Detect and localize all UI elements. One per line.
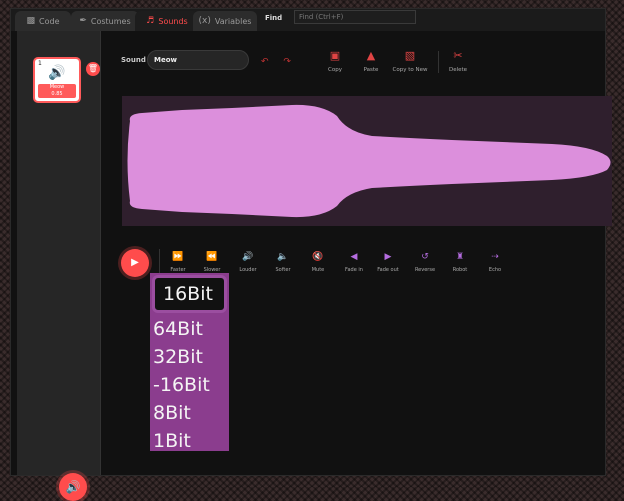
bit-depth-option[interactable]: 64Bit bbox=[153, 315, 203, 343]
bit-depth-option[interactable]: 8Bit bbox=[153, 399, 191, 427]
slower-icon: ⏪ bbox=[206, 252, 218, 262]
tab-sounds[interactable]: ♬ Sounds bbox=[135, 11, 199, 31]
tab-code-label: Code bbox=[39, 16, 60, 26]
delete-button-label: Delete bbox=[448, 67, 468, 73]
tab-sounds-label: Sounds bbox=[158, 16, 188, 26]
sound-list-sidebar: 1 🔊 Meow 0.85 🗑 🔊 bbox=[17, 31, 101, 501]
effect-echo[interactable]: ⇢ Echo bbox=[478, 252, 512, 273]
find-label: Find bbox=[265, 14, 283, 22]
variables-icon: (x) bbox=[198, 16, 211, 26]
waveform-display[interactable] bbox=[122, 96, 612, 226]
delete-button[interactable]: ✂ Delete bbox=[438, 49, 478, 73]
softer-icon: 🔈 bbox=[277, 252, 289, 262]
fade-out-icon: ▶ bbox=[384, 252, 392, 262]
faster-icon: ⏩ bbox=[172, 252, 184, 262]
copy-button-label: Copy bbox=[328, 67, 342, 73]
redo-icon[interactable]: ↷ bbox=[283, 57, 291, 67]
effect-louder-label: Louder bbox=[239, 267, 257, 273]
speaker-icon: ♬ bbox=[146, 16, 155, 26]
copy-button[interactable]: ▣ Copy bbox=[315, 49, 355, 73]
tab-costumes[interactable]: ✒ Costumes bbox=[71, 11, 139, 31]
fade-in-icon: ◀ bbox=[350, 252, 358, 262]
tab-variables[interactable]: (x) Variables bbox=[193, 11, 257, 31]
tab-costumes-label: Costumes bbox=[90, 16, 131, 26]
effect-softer-label: Softer bbox=[275, 267, 291, 273]
undo-redo-group: ↶ ↷ bbox=[261, 57, 303, 67]
louder-icon: 🔊 bbox=[242, 252, 254, 262]
effect-softer[interactable]: 🔈 Softer bbox=[266, 252, 300, 273]
scissors-icon: ✂ bbox=[453, 49, 463, 62]
reverse-icon: ↺ bbox=[421, 252, 429, 262]
effect-robot-label: Robot bbox=[452, 267, 468, 273]
paste-button-label: Paste bbox=[363, 67, 379, 73]
echo-icon: ⇢ bbox=[491, 252, 499, 262]
effect-fade-out[interactable]: ▶ Fade out bbox=[371, 252, 405, 273]
sound-tile-name: Meow bbox=[49, 84, 65, 90]
paste-button[interactable]: ▲ Paste bbox=[351, 49, 391, 73]
effect-echo-label: Echo bbox=[488, 267, 502, 273]
sound-name-input[interactable]: Meow bbox=[147, 50, 249, 70]
copy-icon: ▣ bbox=[329, 49, 341, 62]
trash-icon[interactable]: 🗑 bbox=[86, 62, 100, 76]
copy-to-new-button-label: Copy to New bbox=[392, 67, 428, 73]
tab-variables-label: Variables bbox=[214, 16, 252, 26]
paste-icon: ▲ bbox=[366, 49, 376, 62]
effect-fade-out-label: Fade out bbox=[377, 267, 399, 273]
speaker-icon: 🔊 bbox=[48, 65, 66, 81]
effect-faster[interactable]: ⏩ Faster bbox=[161, 252, 195, 273]
effect-louder[interactable]: 🔊 Louder bbox=[231, 252, 265, 273]
sound-name-label: Sound bbox=[121, 56, 146, 64]
effect-robot[interactable]: ♜ Robot bbox=[443, 252, 477, 273]
sound-tile-name-bar: Meow 0.85 bbox=[38, 84, 76, 98]
bit-depth-option[interactable]: 1Bit bbox=[153, 427, 191, 451]
effect-reverse-label: Reverse bbox=[414, 267, 436, 273]
add-sound-icon: 🔊 bbox=[65, 480, 81, 494]
code-icon: ▩ bbox=[26, 16, 36, 26]
mute-icon: 🔇 bbox=[312, 252, 324, 262]
find-input[interactable]: Find (Ctrl+F) bbox=[294, 10, 416, 24]
effect-reverse[interactable]: ↺ Reverse bbox=[408, 252, 442, 273]
copy-to-new-button[interactable]: ▧ Copy to New bbox=[390, 49, 430, 73]
play-icon: ▶ bbox=[131, 257, 139, 268]
copy-to-new-icon: ▧ bbox=[404, 49, 416, 62]
editor-window: ▩ Code ✒ Costumes ♬ Sounds (x) Variables… bbox=[10, 8, 612, 501]
effect-mute[interactable]: 🔇 Mute bbox=[301, 252, 335, 273]
waveform-shape bbox=[127, 104, 611, 218]
robot-icon: ♜ bbox=[455, 252, 465, 262]
effect-fade-in[interactable]: ◀ Fade in bbox=[337, 252, 371, 273]
play-button[interactable]: ▶ bbox=[121, 249, 149, 277]
brush-icon: ✒ bbox=[79, 16, 87, 26]
effect-slower[interactable]: ⏪ Slower bbox=[195, 252, 229, 273]
undo-icon[interactable]: ↶ bbox=[261, 57, 269, 67]
bit-depth-dropdown: 16Bit 64Bit 32Bit -16Bit 8Bit 1Bit bbox=[150, 273, 229, 451]
tab-bar: ▩ Code ✒ Costumes ♬ Sounds (x) Variables… bbox=[11, 9, 605, 31]
add-sound-button[interactable]: 🔊 bbox=[59, 473, 87, 501]
bit-depth-selected[interactable]: 16Bit bbox=[152, 275, 227, 313]
tab-code[interactable]: ▩ Code bbox=[15, 11, 71, 31]
effect-mute-label: Mute bbox=[311, 267, 325, 273]
bit-depth-option[interactable]: 32Bit bbox=[153, 343, 203, 371]
bit-depth-option[interactable]: -16Bit bbox=[153, 371, 210, 399]
effect-fade-in-label: Fade in bbox=[345, 267, 363, 273]
sound-tile-duration: 0.85 bbox=[51, 91, 63, 97]
sound-tile-meow[interactable]: 1 🔊 Meow 0.85 bbox=[33, 57, 81, 103]
